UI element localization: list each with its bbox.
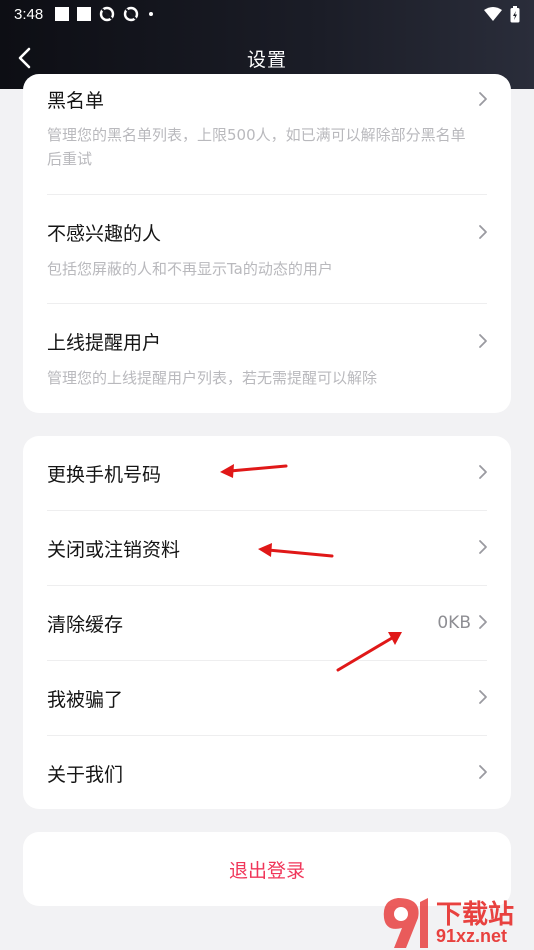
online-reminder-item[interactable]: 上线提醒用户 管理您的上线提醒用户列表，若无需提醒可以解除: [23, 304, 511, 413]
online-reminder-label: 上线提醒用户: [47, 332, 162, 354]
page-title: 设置: [246, 48, 287, 71]
notification-icon: [77, 7, 92, 21]
close-or-delete-label: 关闭或注销资料: [47, 539, 181, 561]
privacy-settings-card: 黑名单 管理您的黑名单列表，上限500人，如已满可以解除部分黑名单后重试 不感兴…: [23, 74, 511, 413]
change-phone-label: 更换手机号码: [47, 464, 162, 486]
cache-size-value: 0KB: [437, 613, 471, 633]
watermark-logo: 下载站 91xz.net: [380, 892, 534, 950]
logout-label: 退出登录: [228, 859, 305, 882]
account-settings-card: 更换手机号码 关闭或注销资料 清除缓存 0KB 我被骗了 关于我们: [23, 436, 511, 809]
scammed-report-label: 我被骗了: [47, 689, 124, 711]
wifi-icon: [484, 7, 502, 21]
status-time: 3:48: [14, 5, 44, 23]
back-icon[interactable]: [12, 44, 38, 72]
change-phone-item[interactable]: 更换手机号码: [23, 436, 511, 510]
chevron-right-icon: [479, 465, 487, 479]
status-bar: 3:48: [0, 0, 534, 28]
chevron-right-icon: [479, 92, 487, 106]
not-interested-description: 包括您屏蔽的人和不再显示Ta的动态的用户: [47, 260, 333, 278]
scammed-report-item[interactable]: 我被骗了: [23, 661, 511, 735]
about-us-item[interactable]: 关于我们: [23, 736, 511, 809]
online-reminder-description: 管理您的上线提醒用户列表，若无需提醒可以解除: [47, 369, 378, 387]
not-interested-label: 不感兴趣的人: [47, 223, 162, 245]
blacklist-label: 黑名单: [47, 90, 105, 112]
watermark-domain: 91xz.net: [436, 926, 508, 946]
chevron-right-icon: [479, 615, 487, 629]
sync-icon: [124, 6, 139, 22]
chevron-right-icon: [479, 765, 487, 779]
not-interested-item[interactable]: 不感兴趣的人 包括您屏蔽的人和不再显示Ta的动态的用户: [23, 195, 511, 303]
battery-icon: [510, 5, 520, 22]
blacklist-description: 管理您的黑名单列表，上限500人，如已满可以解除部分黑名单后重试: [47, 126, 466, 168]
about-us-label: 关于我们: [47, 764, 124, 786]
chevron-right-icon: [479, 225, 487, 239]
notification-icon: [55, 7, 70, 21]
sync-icon: [100, 6, 115, 22]
more-notifications-icon: [149, 12, 154, 16]
chevron-right-icon: [479, 334, 487, 348]
clear-cache-label: 清除缓存: [47, 614, 124, 636]
chevron-right-icon: [479, 540, 487, 554]
close-or-delete-item[interactable]: 关闭或注销资料: [23, 511, 511, 585]
blacklist-item[interactable]: 黑名单 管理您的黑名单列表，上限500人，如已满可以解除部分黑名单后重试: [23, 74, 511, 194]
clear-cache-item[interactable]: 清除缓存 0KB: [23, 586, 511, 660]
chevron-right-icon: [479, 690, 487, 704]
